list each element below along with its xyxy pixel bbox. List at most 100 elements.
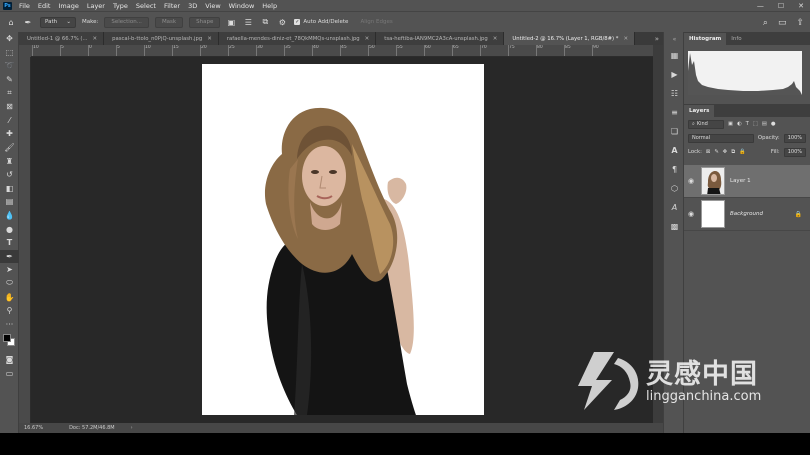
blur-tool-icon[interactable]: 💧 bbox=[0, 209, 19, 223]
close-button[interactable]: ✕ bbox=[798, 2, 804, 10]
menu-filter[interactable]: Filter bbox=[160, 2, 184, 10]
dodge-tool-icon[interactable]: ● bbox=[0, 222, 19, 236]
doc-tab-tsa[interactable]: tsa-heftiba-IAN9MC2A3cA-unsplash.jpg ✕ bbox=[376, 32, 505, 45]
zoom-level[interactable]: 16.67% bbox=[24, 425, 43, 431]
glyphs-panel-icon[interactable]: A bbox=[664, 198, 685, 217]
foreground-color-swatch[interactable] bbox=[3, 334, 11, 343]
lock-all-icon[interactable]: 🔒 bbox=[739, 149, 746, 155]
history-panel-icon[interactable]: ▦ bbox=[664, 46, 685, 65]
pen-tool-preset-icon[interactable]: ✒ bbox=[22, 16, 34, 28]
healing-brush-tool-icon[interactable]: ✚ bbox=[0, 127, 19, 141]
quick-mask-icon[interactable]: ◙ bbox=[0, 353, 19, 367]
menu-type[interactable]: Type bbox=[109, 2, 132, 10]
tab-layers[interactable]: Layers bbox=[684, 105, 715, 117]
kind-filter-select[interactable]: ⌕ Kind bbox=[688, 119, 724, 129]
align-edges-button[interactable]: Align Edges bbox=[354, 17, 398, 28]
more-tools-icon[interactable]: ··· bbox=[0, 317, 19, 331]
quick-selection-tool-icon[interactable]: ✎ bbox=[0, 73, 19, 87]
path-arrangement-icon[interactable]: ⧉ bbox=[259, 16, 271, 28]
chevron-right-icon[interactable]: › bbox=[131, 425, 133, 431]
maximize-button[interactable]: ☐ bbox=[778, 2, 784, 10]
close-icon[interactable]: ✕ bbox=[93, 36, 98, 42]
collapse-icon[interactable]: « bbox=[664, 32, 685, 46]
menu-help[interactable]: Help bbox=[258, 2, 281, 10]
eyedropper-tool-icon[interactable]: ⁄ bbox=[0, 114, 19, 128]
eye-icon[interactable]: ◉ bbox=[684, 177, 698, 185]
doc-tab-pascal[interactable]: pascal-b-ttolo_n0PjQ-unsplash.jpg ✕ bbox=[104, 32, 219, 45]
tab-info[interactable]: Info bbox=[726, 33, 746, 45]
home-icon[interactable]: ⌂ bbox=[5, 16, 17, 28]
menu-3d[interactable]: 3D bbox=[184, 2, 201, 10]
layer-row-layer-1[interactable]: ◉ Layer 1 bbox=[684, 165, 810, 198]
search-icon[interactable]: ⌕ bbox=[763, 18, 768, 28]
filter-toggle-icon[interactable]: ● bbox=[771, 121, 776, 127]
close-icon[interactable]: ✕ bbox=[207, 36, 212, 42]
3d-panel-icon[interactable]: ⬡ bbox=[664, 179, 685, 198]
lock-transparent-icon[interactable]: ⊠ bbox=[706, 149, 710, 155]
zoom-tool-icon[interactable]: ⚲ bbox=[0, 304, 19, 318]
fill-field[interactable]: 100% bbox=[783, 147, 806, 157]
workspace-icon[interactable]: ▭ bbox=[778, 18, 787, 28]
tool-mode-select[interactable]: Path ⌄ bbox=[40, 16, 76, 28]
menu-layer[interactable]: Layer bbox=[83, 2, 109, 10]
path-operations-icon[interactable]: ▣ bbox=[225, 16, 237, 28]
lock-position-icon[interactable]: ✥ bbox=[723, 149, 727, 155]
doc-tab-rafaella[interactable]: rafaella-mendes-diniz-et_78QkMMQs-unspla… bbox=[218, 32, 377, 45]
shape-button[interactable]: Shape bbox=[189, 16, 221, 28]
lock-image-icon[interactable]: ✎ bbox=[714, 149, 718, 155]
screen-mode-icon[interactable]: ▭ bbox=[0, 367, 19, 381]
tab-histogram[interactable]: Histogram bbox=[684, 33, 727, 45]
lasso-tool-icon[interactable]: ➰ bbox=[0, 59, 19, 73]
selection-button[interactable]: Selection... bbox=[104, 16, 149, 28]
type-tool-icon[interactable]: T bbox=[0, 236, 19, 250]
doc-tab-untitled-1[interactable]: Untitled-1 @ 66.7% (... ✕ bbox=[19, 32, 105, 45]
shape-tool-icon[interactable]: ⬭ bbox=[0, 277, 19, 291]
adjustment-filter-icon[interactable]: ◐ bbox=[737, 121, 742, 127]
menu-file[interactable]: File bbox=[15, 2, 34, 10]
eye-icon[interactable]: ◉ bbox=[684, 210, 698, 218]
mask-button[interactable]: Mask bbox=[154, 16, 184, 28]
menu-edit[interactable]: Edit bbox=[34, 2, 55, 10]
marquee-tool-icon[interactable]: ⬚ bbox=[0, 46, 19, 60]
lock-artboard-icon[interactable]: ⧉ bbox=[731, 149, 735, 156]
hand-tool-icon[interactable]: ✋ bbox=[0, 290, 19, 304]
pen-tool-icon[interactable]: ✒ bbox=[0, 249, 19, 264]
menu-image[interactable]: Image bbox=[54, 2, 82, 10]
tab-overflow-button[interactable]: » bbox=[655, 32, 663, 45]
photoshop-logo[interactable]: Ps bbox=[3, 1, 12, 10]
menu-window[interactable]: Window bbox=[225, 2, 259, 10]
eraser-tool-icon[interactable]: ◧ bbox=[0, 182, 19, 196]
pixel-filter-icon[interactable]: ▣ bbox=[728, 121, 733, 127]
smart-object-filter-icon[interactable]: ▤ bbox=[762, 121, 767, 127]
brush-tool-icon[interactable]: 🖌 bbox=[0, 141, 19, 155]
close-icon[interactable]: ✕ bbox=[365, 36, 370, 42]
path-selection-tool-icon[interactable]: ➤ bbox=[0, 263, 19, 277]
close-icon[interactable]: ✕ bbox=[623, 36, 628, 42]
gradient-tool-icon[interactable]: ▤ bbox=[0, 195, 19, 209]
minimize-button[interactable]: — bbox=[757, 2, 764, 10]
type-filter-icon[interactable]: T bbox=[746, 121, 749, 127]
shape-filter-icon[interactable]: ⬚ bbox=[753, 121, 758, 127]
vertical-scrollbar[interactable] bbox=[653, 45, 663, 423]
character-panel-icon[interactable]: A bbox=[664, 141, 685, 160]
auto-add-delete-checkbox[interactable]: ✓ Auto Add/Delete bbox=[294, 19, 348, 25]
doc-tab-untitled-2[interactable]: Untitled-2 @ 16.7% (Layer 1, RGB/8#) * ✕ bbox=[504, 32, 636, 45]
adjustments-panel-icon[interactable]: ☷ bbox=[664, 84, 685, 103]
close-icon[interactable]: ✕ bbox=[493, 36, 498, 42]
move-tool-icon[interactable]: ✥ bbox=[0, 32, 19, 46]
opacity-field[interactable]: 100% bbox=[783, 133, 806, 143]
menu-view[interactable]: View bbox=[201, 2, 224, 10]
path-alignment-icon[interactable]: ☰ bbox=[242, 16, 254, 28]
paragraph-panel-icon[interactable]: ¶ bbox=[664, 160, 685, 179]
share-icon[interactable]: ⇪ bbox=[796, 18, 804, 28]
menu-select[interactable]: Select bbox=[132, 2, 160, 10]
frame-tool-icon[interactable]: ⊠ bbox=[0, 100, 19, 114]
document-canvas[interactable] bbox=[202, 64, 484, 415]
gear-icon[interactable]: ⚙ bbox=[276, 16, 288, 28]
blend-mode-select[interactable]: Normal bbox=[688, 133, 754, 143]
layer-name[interactable]: Layer 1 bbox=[730, 178, 810, 184]
history-brush-tool-icon[interactable]: ↺ bbox=[0, 168, 19, 182]
actions-panel-icon[interactable]: ▶ bbox=[664, 65, 685, 84]
layer-name[interactable]: Background bbox=[730, 211, 795, 217]
canvas-area[interactable] bbox=[31, 57, 653, 423]
